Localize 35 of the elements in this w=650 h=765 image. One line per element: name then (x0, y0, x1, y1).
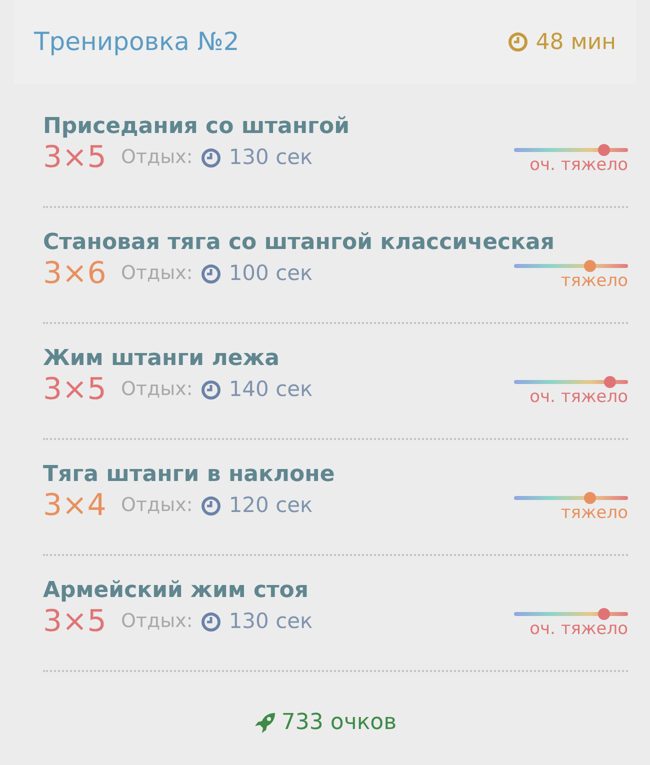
difficulty-label: тяжело (560, 504, 628, 524)
difficulty-label: тяжело (560, 272, 628, 292)
clock-icon (200, 380, 221, 400)
sets-reps: 3×5 (43, 141, 108, 174)
clock-icon (508, 32, 528, 52)
rest-label: Отдых: (121, 145, 193, 170)
difficulty-label: оч. тяжело (530, 388, 628, 408)
exercise-name: Становая тяга со штангой классическая (43, 230, 556, 256)
exercise-name: Приседания со штангой (43, 114, 351, 140)
exercise-name: Тяга штанги в наклоне (43, 462, 336, 488)
sets-reps: 3×5 (43, 373, 108, 406)
rest-time: 120 сек (228, 492, 313, 519)
clock-icon (200, 148, 221, 168)
score: 733 очков (281, 709, 397, 737)
exercise-name: Жим штанги лежа (43, 346, 280, 372)
sets-reps: 3×6 (43, 257, 108, 290)
workout-title: Тренировка №2 (34, 26, 240, 58)
sets-reps: 3×5 (43, 605, 108, 638)
rest-label: Отдых: (121, 493, 193, 518)
rest-time: 130 сек (228, 144, 313, 171)
rest-label: Отдых: (121, 609, 193, 634)
exercise-name: Армейский жим стоя (43, 578, 310, 604)
rest-label: Отдых: (121, 377, 193, 402)
rocket-icon (253, 710, 278, 734)
rest-time: 140 сек (228, 376, 313, 403)
duration: 48 мин (536, 28, 616, 56)
clock-icon (200, 496, 221, 516)
rest-time: 100 сек (228, 260, 313, 287)
clock-icon (200, 612, 221, 632)
rest-time: 130 сек (228, 608, 313, 635)
rest-label: Отдых: (121, 261, 193, 286)
clock-icon (200, 264, 221, 284)
difficulty-label: оч. тяжело (530, 156, 628, 176)
difficulty-label: оч. тяжело (530, 620, 628, 640)
sets-reps: 3×4 (43, 489, 108, 522)
